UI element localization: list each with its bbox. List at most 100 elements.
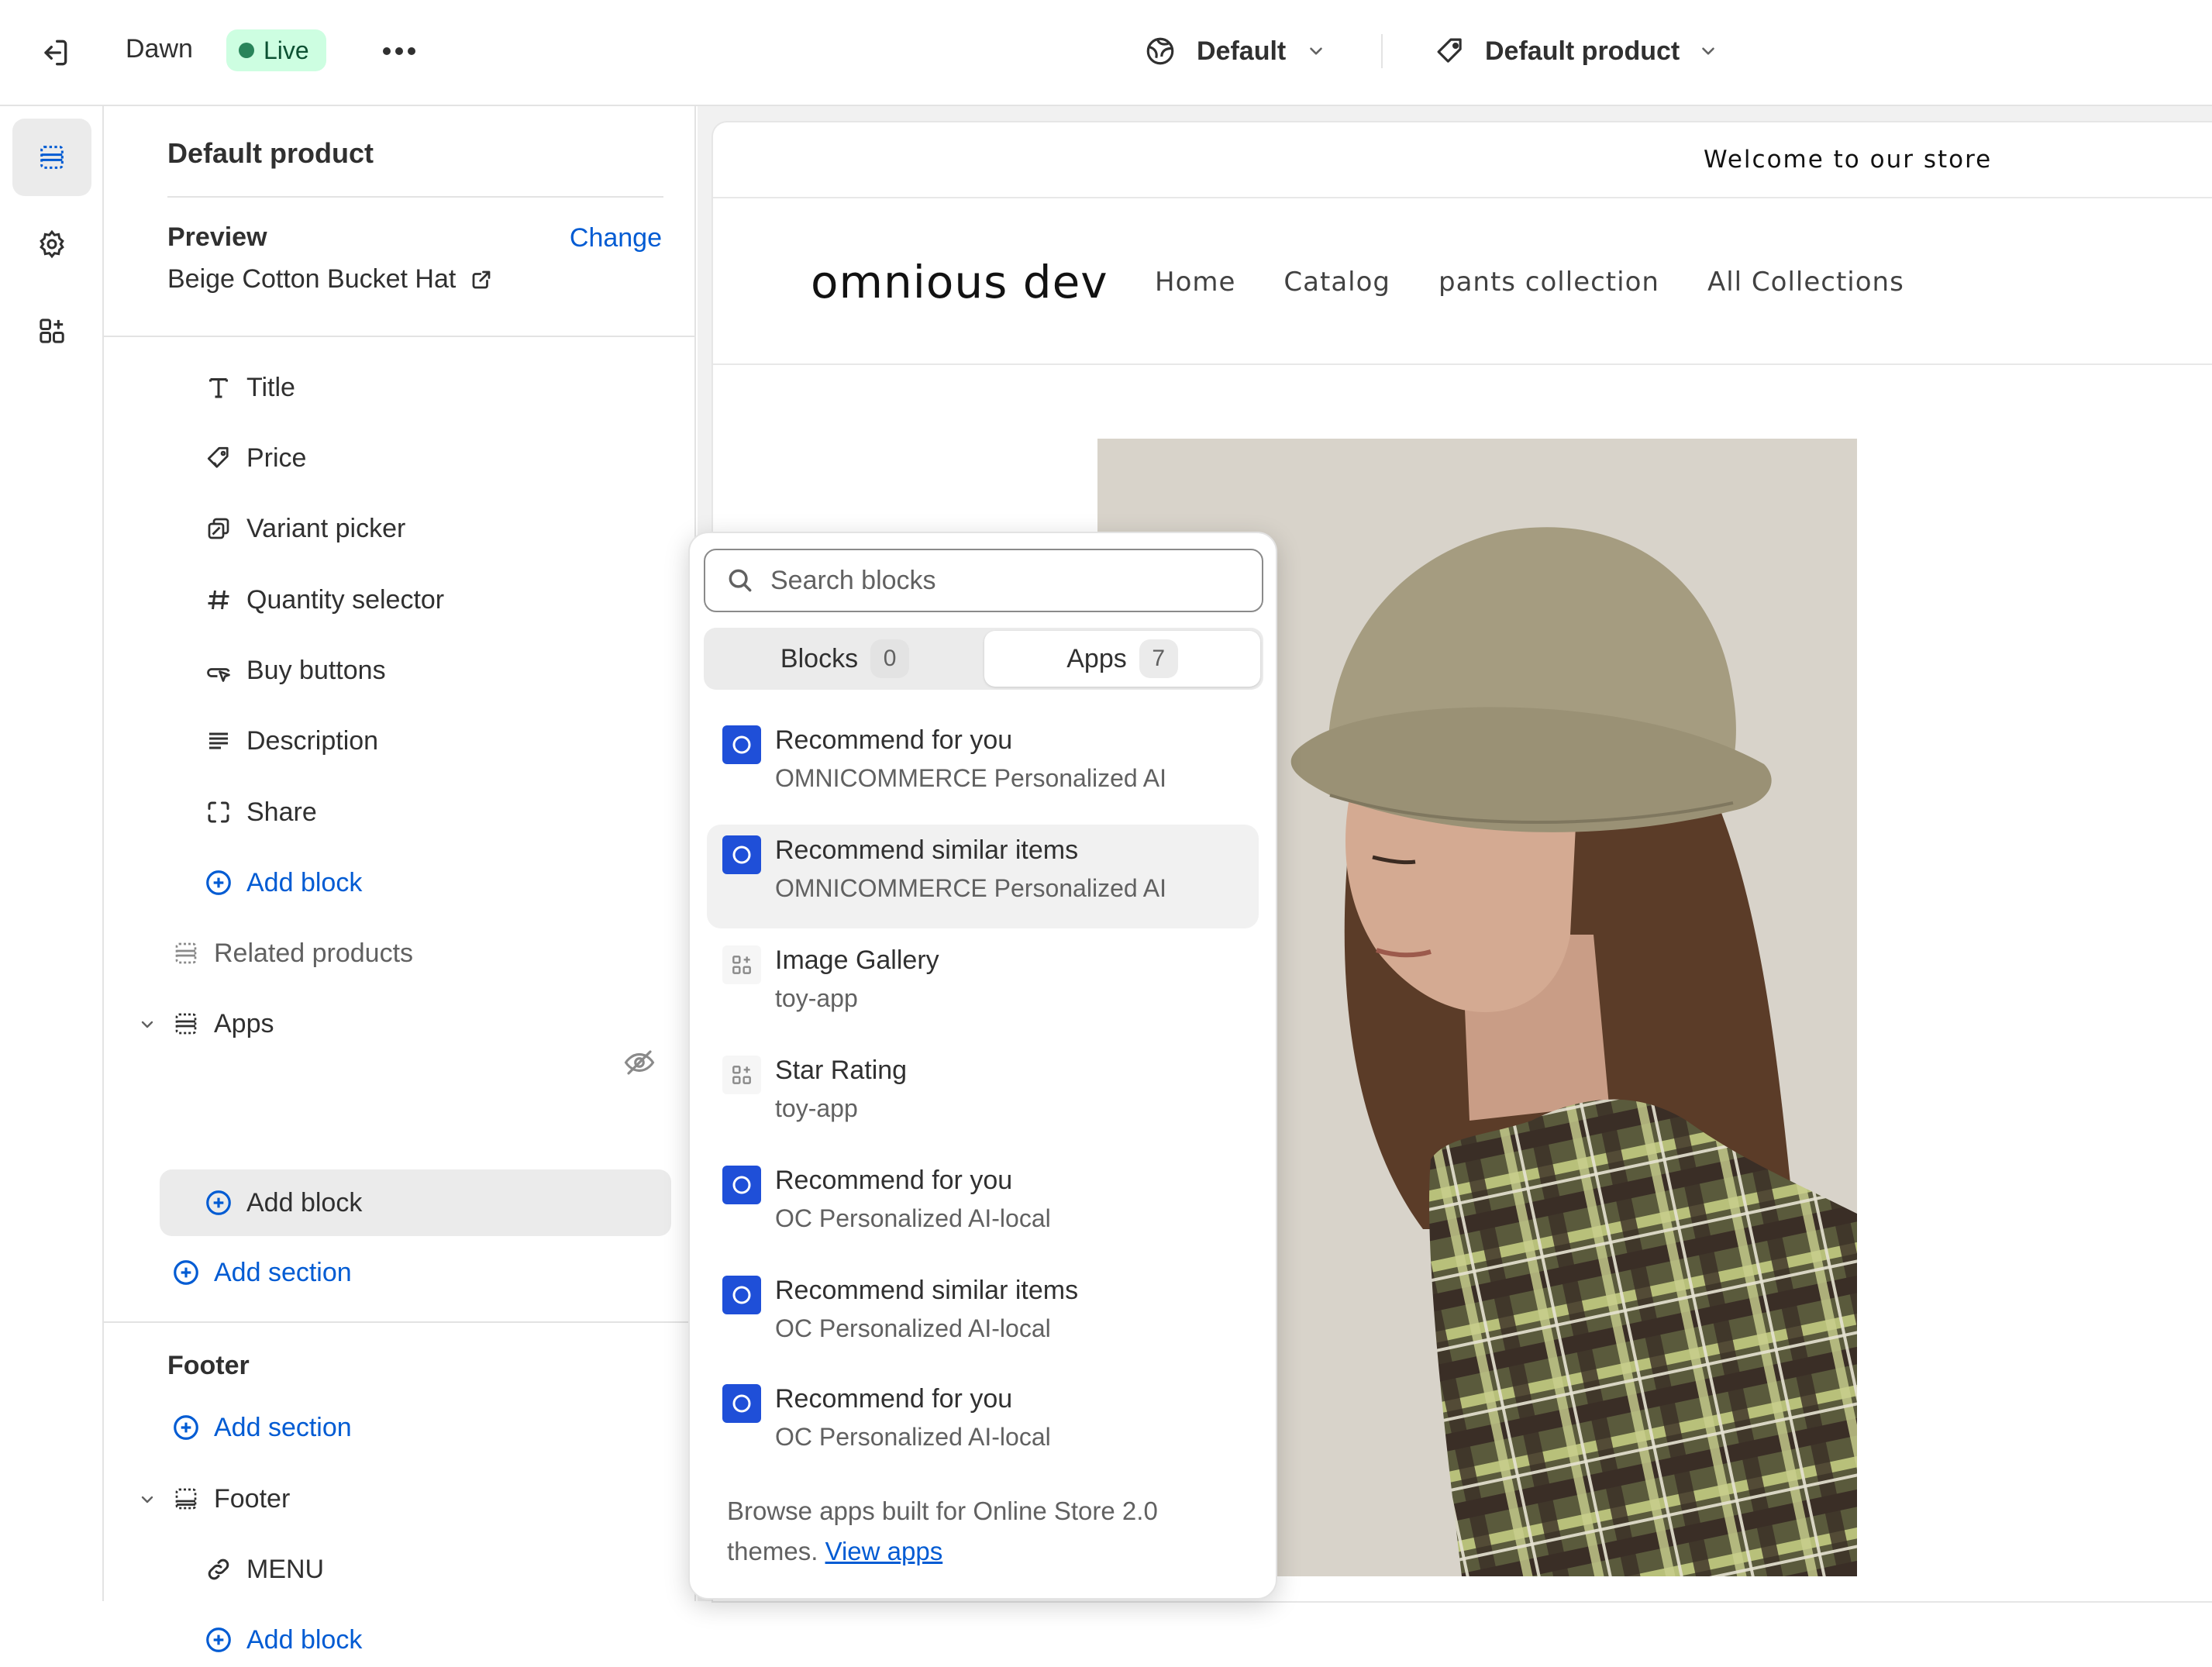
- app-block-item[interactable]: Recommend similar items OMNICOMMERCE Per…: [707, 825, 1259, 928]
- section-icon: [171, 1008, 202, 1039]
- ellipsis-icon: [383, 47, 415, 55]
- tag-icon: [1437, 38, 1462, 63]
- app-block-name: Recommend for you: [775, 725, 1013, 755]
- app-block-item[interactable]: Star Rating toy-app: [707, 1045, 1259, 1149]
- price-tag-icon: [203, 443, 234, 474]
- store-nav: Home Catalog pants collection All Collec…: [1155, 267, 1904, 298]
- top-bar: Dawn Live Default Default product: [0, 0, 2212, 106]
- editor-icon-rail: [0, 106, 104, 1601]
- globe-icon: [1146, 37, 1174, 65]
- add-block-button[interactable]: Add block: [203, 856, 362, 910]
- section-apps[interactable]: Apps: [171, 997, 274, 1051]
- add-section-button[interactable]: Add section: [171, 1245, 352, 1300]
- app-block-name: Recommend for you: [775, 1384, 1013, 1414]
- omni-app-icon: [722, 1166, 761, 1204]
- add-circle-icon: [203, 1624, 234, 1655]
- block-description[interactable]: Description: [203, 714, 378, 768]
- nav-link-catalog[interactable]: Catalog: [1283, 267, 1390, 298]
- top-bar-divider: [1381, 34, 1383, 68]
- app-block-item[interactable]: Image Gallery toy-app: [707, 935, 1259, 1038]
- nav-link-home[interactable]: Home: [1155, 267, 1235, 298]
- sections-panel: Default product Preview Change Beige Cot…: [104, 106, 696, 1655]
- block-label: Share: [246, 797, 317, 827]
- app-block-item[interactable]: Recommend for you OC Personalized AI-loc…: [707, 1155, 1259, 1259]
- footer-block-menu[interactable]: MENU: [203, 1542, 324, 1596]
- footer-add-block-button[interactable]: Add block: [203, 1613, 362, 1667]
- block-label: Quantity selector: [246, 584, 445, 615]
- app-block-icon: [722, 945, 761, 984]
- app-block-vendor: toy-app: [775, 984, 858, 1012]
- tab-count-badge: 0: [870, 639, 910, 678]
- external-link-icon: [472, 270, 491, 288]
- nav-link-pants-collection[interactable]: pants collection: [1438, 267, 1659, 298]
- app-block-icon: [722, 1056, 761, 1094]
- tab-count-badge: 7: [1139, 639, 1178, 678]
- apps-add-block-button[interactable]: Add block: [203, 1176, 362, 1230]
- preview-product-name: Beige Cotton Bucket Hat: [167, 264, 457, 294]
- chevron-down-icon[interactable]: [136, 1014, 158, 1035]
- live-dot-icon: [239, 43, 254, 58]
- add-section-label: Add section: [214, 1412, 352, 1442]
- app-block-item[interactable]: Recommend similar items OC Personalized …: [707, 1265, 1259, 1369]
- store-header: omnious dev Home Catalog pants collectio…: [713, 198, 2212, 365]
- cursor-button-icon: [203, 655, 234, 686]
- add-block-label: Add block: [246, 1624, 363, 1655]
- text-align-icon: [203, 725, 234, 756]
- block-buy-buttons[interactable]: Buy buttons: [203, 643, 386, 697]
- chevron-down-icon[interactable]: [136, 1489, 158, 1510]
- footer-section-icon: [171, 1483, 202, 1514]
- app-block-vendor: toy-app: [775, 1094, 858, 1122]
- app-block-item[interactable]: Recommend for you OC Personalized AI-loc…: [707, 1373, 1259, 1477]
- preview-product-link[interactable]: Beige Cotton Bucket Hat: [167, 264, 493, 294]
- section-label: Apps: [214, 1008, 274, 1038]
- chevron-down-icon: [1310, 47, 1323, 55]
- app-block-name: Recommend similar items: [775, 1276, 1079, 1305]
- template-selector[interactable]: Default product: [1434, 29, 1718, 73]
- app-block-vendor: OC Personalized AI-local: [775, 1204, 1051, 1232]
- nav-link-all-collections[interactable]: All Collections: [1707, 267, 1904, 298]
- block-quantity-selector[interactable]: Quantity selector: [203, 573, 444, 627]
- exit-icon: [44, 40, 67, 66]
- search-blocks-input[interactable]: [769, 564, 1234, 597]
- announcement-bar: Welcome to our store: [713, 122, 2212, 198]
- app-block-name: Recommend similar items: [775, 835, 1079, 865]
- hidden-eye-icon[interactable]: [623, 1046, 656, 1079]
- section-related-products[interactable]: Related products: [171, 926, 413, 980]
- exit-button[interactable]: [33, 31, 76, 74]
- sections-icon: [40, 146, 64, 169]
- app-embeds-nav-button[interactable]: [12, 292, 91, 370]
- more-actions-button[interactable]: [380, 34, 419, 68]
- theme-name: Dawn: [126, 34, 193, 64]
- variant-icon: [203, 513, 234, 544]
- change-preview-link[interactable]: Change: [570, 223, 662, 253]
- add-block-label: Add block: [246, 1187, 363, 1218]
- footer-add-section-button[interactable]: Add section: [171, 1400, 352, 1455]
- block-price[interactable]: Price: [203, 431, 306, 485]
- store-logo[interactable]: omnious dev: [811, 256, 1108, 308]
- app-block-name: Image Gallery: [775, 945, 939, 975]
- tab-blocks[interactable]: Blocks 0: [707, 631, 983, 687]
- sections-nav-button[interactable]: [12, 119, 91, 196]
- app-block-name: Recommend for you: [775, 1166, 1013, 1195]
- block-label: Price: [246, 443, 307, 473]
- block-label: Description: [246, 725, 379, 756]
- language-selector[interactable]: Default: [1144, 29, 1326, 73]
- block-variant-picker[interactable]: Variant picker: [203, 501, 405, 556]
- text-icon: [203, 372, 234, 403]
- section-footer[interactable]: Footer: [171, 1472, 290, 1526]
- divider: [167, 196, 663, 198]
- theme-settings-nav-button[interactable]: [12, 205, 91, 283]
- add-block-label: Add block: [246, 867, 363, 897]
- tab-apps[interactable]: Apps 7: [984, 631, 1260, 687]
- block-share[interactable]: Share: [203, 785, 317, 839]
- block-label: MENU: [246, 1554, 325, 1584]
- link-icon: [203, 1554, 234, 1585]
- search-blocks-field[interactable]: [704, 549, 1263, 612]
- apps-icon: [40, 319, 64, 343]
- browse-apps-note: Browse apps built for Online Store 2.0 t…: [727, 1491, 1239, 1572]
- add-section-label: Add section: [214, 1257, 352, 1287]
- block-title[interactable]: Title: [203, 360, 295, 415]
- app-block-item[interactable]: Recommend for you OMNICOMMERCE Personali…: [707, 715, 1259, 818]
- section-icon: [171, 938, 202, 969]
- view-apps-link[interactable]: View apps: [825, 1537, 943, 1565]
